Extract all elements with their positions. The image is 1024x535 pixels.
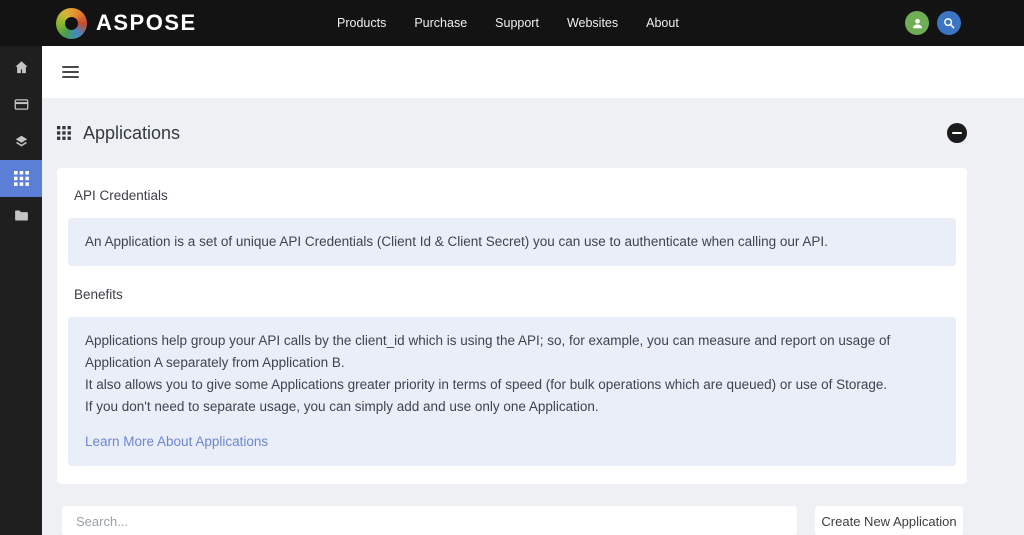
collapse-section-button[interactable] <box>947 123 967 143</box>
aspose-logo[interactable]: ASPOSE <box>56 8 197 39</box>
sidebar-item-home[interactable] <box>0 49 42 86</box>
hamburger-icon <box>62 66 79 68</box>
topbar-actions <box>905 11 961 35</box>
search-icon <box>942 16 956 30</box>
nav-purchase[interactable]: Purchase <box>414 16 467 30</box>
left-sidebar <box>0 46 42 535</box>
nav-about[interactable]: About <box>646 16 679 30</box>
api-credentials-text: An Application is a set of unique API Cr… <box>85 231 939 253</box>
benefits-paragraph: It also allows you to give some Applicat… <box>85 374 939 396</box>
applications-grid-icon <box>57 126 71 140</box>
folder-icon <box>13 207 30 224</box>
api-credentials-info-box: An Application is a set of unique API Cr… <box>68 218 956 266</box>
credit-card-icon <box>13 96 30 113</box>
home-icon <box>13 59 30 76</box>
brand-name: ASPOSE <box>96 10 197 36</box>
sidebar-item-layers[interactable] <box>0 123 42 160</box>
grid-icon <box>14 171 29 186</box>
nav-websites[interactable]: Websites <box>567 16 618 30</box>
nav-products[interactable]: Products <box>337 16 386 30</box>
api-credentials-heading: API Credentials <box>74 188 950 203</box>
page-header: Applications <box>57 98 967 168</box>
user-account-button[interactable] <box>905 11 929 35</box>
topbar: ASPOSE Products Purchase Support Website… <box>0 0 1024 46</box>
applications-search-row: Create New Application <box>62 506 963 535</box>
layers-icon <box>13 133 30 150</box>
applications-search-input[interactable] <box>62 506 797 535</box>
benefits-heading: Benefits <box>74 287 950 302</box>
site-search-button[interactable] <box>937 11 961 35</box>
content-toolbar <box>42 46 1024 98</box>
menu-toggle-button[interactable] <box>62 63 80 81</box>
nav-support[interactable]: Support <box>495 16 539 30</box>
top-navigation: Products Purchase Support Websites About <box>337 0 679 46</box>
benefits-paragraph: Applications help group your API calls b… <box>85 330 939 374</box>
main-content: Applications API Credentials An Applicat… <box>42 46 1024 535</box>
person-icon <box>910 16 925 31</box>
info-card: API Credentials An Application is a set … <box>57 168 967 484</box>
learn-more-link[interactable]: Learn More About Applications <box>85 431 268 453</box>
sidebar-item-files[interactable] <box>0 197 42 234</box>
minus-icon <box>952 132 962 134</box>
page-title: Applications <box>83 123 180 144</box>
aspose-swirl-icon <box>56 8 87 39</box>
sidebar-item-applications[interactable] <box>0 160 42 197</box>
benefits-info-box: Applications help group your API calls b… <box>68 317 956 466</box>
create-new-application-button[interactable]: Create New Application <box>815 506 963 535</box>
sidebar-item-billing[interactable] <box>0 86 42 123</box>
benefits-paragraph: If you don't need to separate usage, you… <box>85 396 939 418</box>
